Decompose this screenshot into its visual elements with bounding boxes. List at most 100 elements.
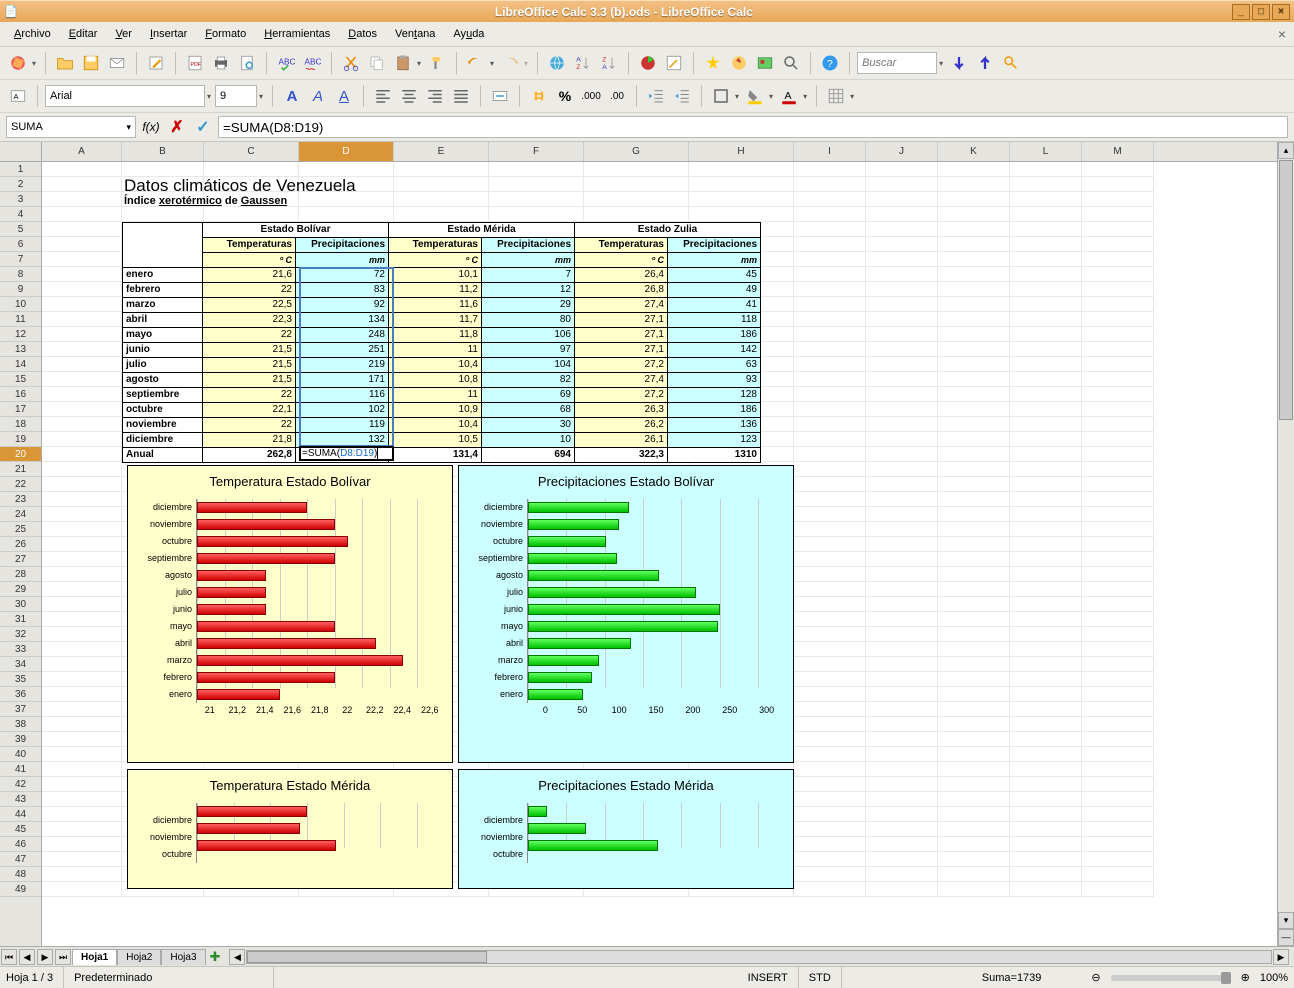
undo-icon[interactable] xyxy=(464,51,488,75)
row-header-45[interactable]: 45 xyxy=(0,822,41,837)
zoom-out-icon[interactable]: ⊖ xyxy=(1091,971,1100,984)
row-header-5[interactable]: 5 xyxy=(0,222,41,237)
spellcheck-icon[interactable]: ABC xyxy=(274,51,298,75)
row-header-13[interactable]: 13 xyxy=(0,342,41,357)
navigator-icon[interactable] xyxy=(727,51,751,75)
cancel-icon[interactable]: ✗ xyxy=(166,116,188,138)
menu-herramientas[interactable]: Herramientas xyxy=(256,25,338,43)
row-header-14[interactable]: 14 xyxy=(0,357,41,372)
merge-cells-icon[interactable] xyxy=(488,84,512,108)
chart-icon[interactable] xyxy=(636,51,660,75)
row-header-34[interactable]: 34 xyxy=(0,657,41,672)
row-header-9[interactable]: 9 xyxy=(0,282,41,297)
row-header-7[interactable]: 7 xyxy=(0,252,41,267)
gallery-icon[interactable] xyxy=(753,51,777,75)
redo-icon[interactable] xyxy=(498,51,522,75)
col-header-E[interactable]: E xyxy=(394,142,489,161)
zoom-level[interactable]: 100% xyxy=(1260,972,1288,984)
row-header-39[interactable]: 39 xyxy=(0,732,41,747)
zoom-slider[interactable] xyxy=(1111,975,1231,981)
tab-first-icon[interactable]: ⏮ xyxy=(1,949,17,965)
col-header-F[interactable]: F xyxy=(489,142,584,161)
col-header-C[interactable]: C xyxy=(204,142,299,161)
row-header-1[interactable]: 1 xyxy=(0,162,41,177)
email-icon[interactable] xyxy=(105,51,129,75)
align-center-icon[interactable] xyxy=(397,84,421,108)
row-header-32[interactable]: 32 xyxy=(0,627,41,642)
save-icon[interactable] xyxy=(79,51,103,75)
row-header-4[interactable]: 4 xyxy=(0,207,41,222)
menu-datos[interactable]: Datos xyxy=(340,25,385,43)
close-button[interactable]: × xyxy=(1272,4,1290,20)
grid-icon[interactable] xyxy=(824,84,848,108)
percent-icon[interactable]: % xyxy=(553,84,577,108)
chart-temp-bolivar[interactable]: Temperatura Estado Bolívar enerofebrerom… xyxy=(127,465,453,763)
font-name-input[interactable] xyxy=(45,85,205,107)
fontcolor-icon[interactable]: A xyxy=(777,84,801,108)
row-header-40[interactable]: 40 xyxy=(0,747,41,762)
increase-indent-icon[interactable] xyxy=(670,84,694,108)
col-header-J[interactable]: J xyxy=(866,142,938,161)
tab-hoja1[interactable]: Hoja1 xyxy=(72,949,117,965)
row-header-16[interactable]: 16 xyxy=(0,387,41,402)
help-icon[interactable]: ? xyxy=(818,51,842,75)
tab-prev-icon[interactable]: ◀ xyxy=(19,949,35,965)
bgcolor-icon[interactable] xyxy=(743,84,767,108)
undo-dropdown[interactable]: ▾ xyxy=(488,59,496,68)
decrease-indent-icon[interactable] xyxy=(644,84,668,108)
font-name-dropdown[interactable]: ▾ xyxy=(205,92,213,101)
row-header-35[interactable]: 35 xyxy=(0,672,41,687)
row-header-26[interactable]: 26 xyxy=(0,537,41,552)
name-box[interactable]: SUMA▾ xyxy=(6,116,136,138)
align-right-icon[interactable] xyxy=(423,84,447,108)
sort-asc-icon[interactable]: AZ xyxy=(571,51,595,75)
hscroll-left-icon[interactable]: ◀ xyxy=(229,949,245,965)
row-header-46[interactable]: 46 xyxy=(0,837,41,852)
new-dropdown[interactable]: ▾ xyxy=(30,59,38,68)
styles-icon[interactable]: A xyxy=(6,84,30,108)
hscroll-right-icon[interactable]: ▶ xyxy=(1273,949,1289,965)
row-header-22[interactable]: 22 xyxy=(0,477,41,492)
col-header-A[interactable]: A xyxy=(42,142,122,161)
row-header-37[interactable]: 37 xyxy=(0,702,41,717)
row-header-30[interactable]: 30 xyxy=(0,597,41,612)
row-header-21[interactable]: 21 xyxy=(0,462,41,477)
zoom-in-icon[interactable]: ⊕ xyxy=(1241,971,1250,984)
chart-prec-merida[interactable]: Precipitaciones Estado Mérida octubrenov… xyxy=(458,769,794,889)
preview-icon[interactable] xyxy=(235,51,259,75)
grid-body[interactable]: Datos climáticos de Venezuela Índice xer… xyxy=(42,162,1277,897)
sort-desc-icon[interactable]: ZA xyxy=(597,51,621,75)
status-insert[interactable]: INSERT xyxy=(748,967,799,988)
row-header-2[interactable]: 2 xyxy=(0,177,41,192)
italic-icon[interactable]: A xyxy=(306,84,330,108)
col-header-I[interactable]: I xyxy=(794,142,866,161)
row-header-31[interactable]: 31 xyxy=(0,612,41,627)
tab-hoja3[interactable]: Hoja3 xyxy=(161,949,205,965)
select-all-corner[interactable] xyxy=(0,142,41,162)
row-header-20[interactable]: 20 xyxy=(0,447,41,462)
hscroll-thumb[interactable] xyxy=(247,951,487,963)
scroll-down-icon[interactable]: ▾ xyxy=(1278,912,1294,929)
row-header-12[interactable]: 12 xyxy=(0,327,41,342)
row-header-36[interactable]: 36 xyxy=(0,687,41,702)
chart-prec-bolivar[interactable]: Precipitaciones Estado Bolívar enerofebr… xyxy=(458,465,794,763)
menu-ventana[interactable]: Ventana xyxy=(387,25,443,43)
row-header-47[interactable]: 47 xyxy=(0,852,41,867)
col-header-M[interactable]: M xyxy=(1082,142,1154,161)
tab-next-icon[interactable]: ▶ xyxy=(37,949,53,965)
minimize-button[interactable]: _ xyxy=(1232,4,1250,20)
row-header-3[interactable]: 3 xyxy=(0,192,41,207)
search-down-icon[interactable] xyxy=(947,51,971,75)
row-header-18[interactable]: 18 xyxy=(0,417,41,432)
paste-dropdown[interactable]: ▾ xyxy=(415,59,423,68)
formula-input[interactable] xyxy=(218,116,1288,138)
row-header-33[interactable]: 33 xyxy=(0,642,41,657)
cut-icon[interactable] xyxy=(339,51,363,75)
navigator-star-icon[interactable] xyxy=(701,51,725,75)
menu-ayuda[interactable]: Ayuda xyxy=(445,25,492,43)
fontcolor-dropdown[interactable]: ▾ xyxy=(801,92,809,101)
edit-icon[interactable] xyxy=(144,51,168,75)
status-std[interactable]: STD xyxy=(809,967,842,988)
maximize-button[interactable]: □ xyxy=(1252,4,1270,20)
search-input[interactable] xyxy=(857,52,937,74)
